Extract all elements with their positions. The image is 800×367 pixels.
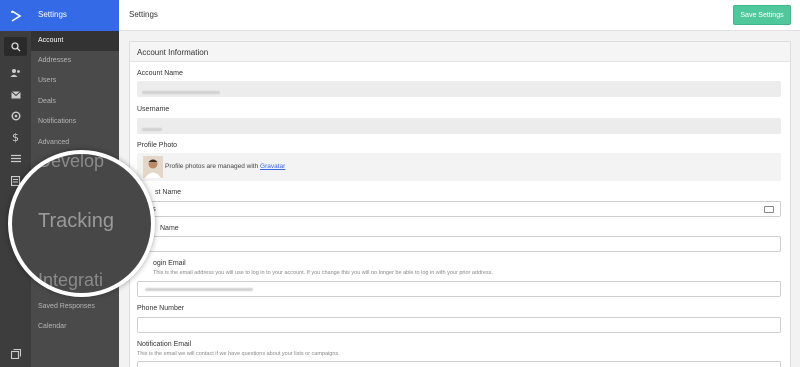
save-settings-button[interactable]: Save Settings xyxy=(733,5,791,25)
profile-photo-text: Profile photos are managed with Gravatar xyxy=(165,163,285,170)
nav-item-notifications[interactable]: Notifications xyxy=(31,112,119,132)
last-name-input[interactable]: v xyxy=(137,236,781,252)
page-title: Settings xyxy=(129,10,158,19)
login-email-help: This is the email address you will use t… xyxy=(153,270,493,276)
username-label: Username xyxy=(137,106,170,113)
redacted-value xyxy=(145,288,253,291)
username-field xyxy=(137,118,781,134)
notification-email-label: Notification Email xyxy=(137,341,192,348)
phone-number-label: Phone Number xyxy=(137,305,185,312)
last-name-label: Name xyxy=(160,225,179,232)
nav-item-deals[interactable]: Deals xyxy=(31,92,119,112)
app-window: $ Settings Account Addresses Users Deals… xyxy=(0,0,800,367)
contacts-icon[interactable] xyxy=(4,63,27,82)
avatar xyxy=(143,156,163,178)
login-email-label: ogin Email xyxy=(153,260,186,267)
gravatar-link[interactable]: Gravatar xyxy=(260,163,285,170)
top-bar: Settings Save Settings xyxy=(119,0,800,31)
developer-section-label: Develop xyxy=(38,151,105,171)
first-name-input[interactable]: n's xyxy=(137,201,781,217)
list-icon[interactable] xyxy=(4,149,27,168)
search-icon[interactable] xyxy=(4,37,27,56)
nav-item-saved-responses[interactable]: Saved Responses xyxy=(31,297,119,317)
tracking-section-label[interactable]: Tracking xyxy=(38,210,114,233)
account-name-field xyxy=(137,81,781,97)
contact-card-icon xyxy=(764,206,774,213)
integrations-section-label: Integrati xyxy=(38,270,104,290)
account-information-card: Account Information Account Name Usernam… xyxy=(129,41,791,367)
mail-icon[interactable] xyxy=(4,85,27,104)
notification-email-input[interactable] xyxy=(137,361,781,367)
login-email-input[interactable] xyxy=(137,281,781,297)
profile-photo-note: Profile photos are managed with xyxy=(165,163,261,170)
account-name-label: Account Name xyxy=(137,70,183,77)
phone-number-input[interactable] xyxy=(137,317,781,333)
profile-photo-label: Profile Photo xyxy=(137,142,178,149)
first-name-label: st Name xyxy=(155,189,182,196)
nav-item-addresses[interactable]: Addresses xyxy=(31,51,119,71)
nav-item-account[interactable]: Account xyxy=(31,31,119,51)
subnav-title: Settings xyxy=(31,0,119,31)
copy-icon[interactable] xyxy=(4,344,27,363)
logo-chevron-icon[interactable] xyxy=(0,0,31,31)
nav-item-calendar[interactable]: Calendar xyxy=(31,317,119,337)
redacted-value xyxy=(142,91,220,94)
notification-email-help: This is the email we will contact if we … xyxy=(137,351,340,357)
redacted-value xyxy=(142,128,162,131)
dollar-icon[interactable]: $ xyxy=(4,128,27,147)
automation-icon[interactable] xyxy=(4,106,27,125)
nav-item-users[interactable]: Users xyxy=(31,71,119,91)
card-title: Account Information xyxy=(130,42,790,62)
profile-photo-box: Profile photos are managed with Gravatar xyxy=(137,153,781,181)
magnifier-lens: Develop Tracking Integrati xyxy=(8,150,155,297)
